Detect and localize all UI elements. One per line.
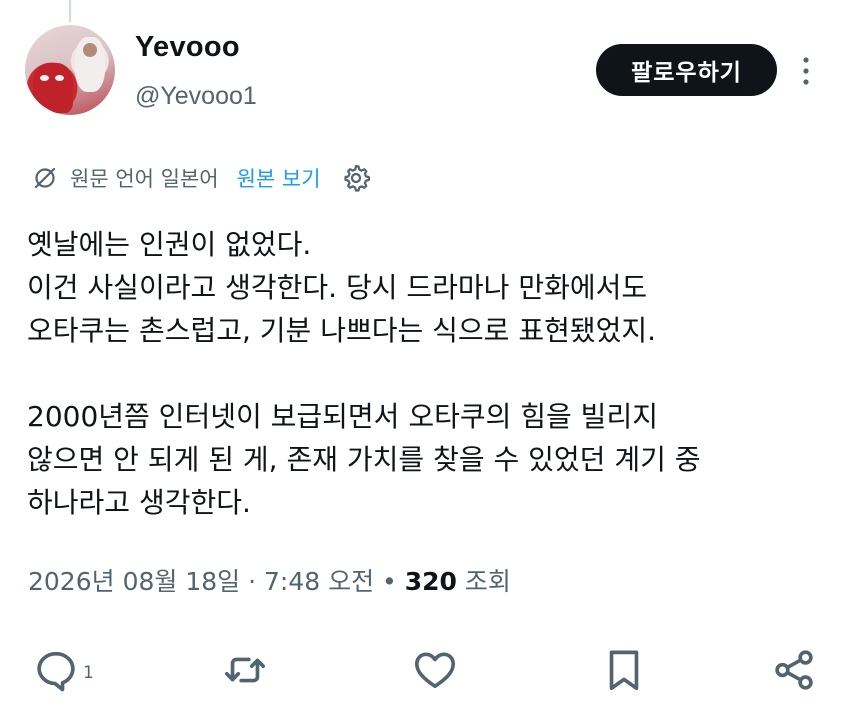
more-options-icon[interactable] bbox=[796, 54, 816, 88]
bookmark-button[interactable] bbox=[601, 640, 647, 700]
follow-button[interactable]: 팔로우하기 bbox=[596, 44, 777, 96]
views-count: 320 bbox=[404, 567, 457, 596]
view-original-link[interactable]: 원본 보기 bbox=[237, 163, 321, 193]
thread-line bbox=[69, 0, 71, 22]
meta-separator: · bbox=[240, 567, 264, 596]
like-button[interactable] bbox=[412, 640, 458, 700]
bookmark-icon bbox=[601, 647, 647, 693]
tweet-line: 않으면 안 되게 된 게, 존재 가치를 찾을 수 있었던 계기 중 bbox=[27, 443, 701, 476]
meta-separator: • bbox=[374, 567, 405, 596]
original-language-note: 원문 언어 일본어 bbox=[70, 167, 219, 191]
translate-slash-icon bbox=[32, 165, 58, 191]
share-button[interactable] bbox=[771, 640, 817, 700]
action-bar: 1 bbox=[0, 640, 850, 700]
avatar-figure-spiderman bbox=[33, 63, 73, 113]
display-name[interactable]: Yevooo bbox=[135, 31, 240, 64]
reply-icon bbox=[33, 647, 79, 693]
tweet-line: 이건 사실이라고 생각한다. 당시 드라마나 만화에서도 bbox=[27, 271, 648, 304]
share-icon bbox=[771, 647, 817, 693]
tweet-text: 옛날에는 인권이 없었다. 이건 사실이라고 생각한다. 당시 드라마나 만화에… bbox=[27, 223, 827, 524]
tweet-meta: 2026년 08월 18일 · 7:48 오전 • 320 조회 bbox=[28, 562, 511, 598]
reply-button[interactable]: 1 bbox=[33, 640, 94, 700]
gear-icon[interactable] bbox=[341, 163, 371, 193]
post-time[interactable]: 7:48 오전 bbox=[264, 567, 374, 596]
post-date[interactable]: 2026년 08월 18일 bbox=[28, 567, 240, 596]
avatar[interactable] bbox=[25, 25, 115, 115]
translation-bar: 원문 언어 일본어 원본 보기 bbox=[32, 160, 371, 196]
retweet-button[interactable] bbox=[222, 640, 268, 700]
reply-count: 1 bbox=[83, 663, 94, 683]
retweet-icon bbox=[222, 647, 268, 693]
tweet-line: 하나라고 생각한다. bbox=[27, 486, 251, 519]
tweet-line: 오타쿠는 촌스럽고, 기분 나쁘다는 식으로 표현됐었지. bbox=[27, 314, 657, 347]
views-label: 조회 bbox=[456, 567, 511, 596]
like-icon bbox=[412, 647, 458, 693]
user-handle[interactable]: @Yevooo1 bbox=[135, 82, 257, 111]
tweet-line: 2000년쯤 인터넷이 보급되면서 오타쿠의 힘을 빌리지 bbox=[27, 400, 658, 433]
avatar-figure-person bbox=[75, 37, 105, 92]
tweet-line: 옛날에는 인권이 없었다. bbox=[27, 228, 312, 261]
